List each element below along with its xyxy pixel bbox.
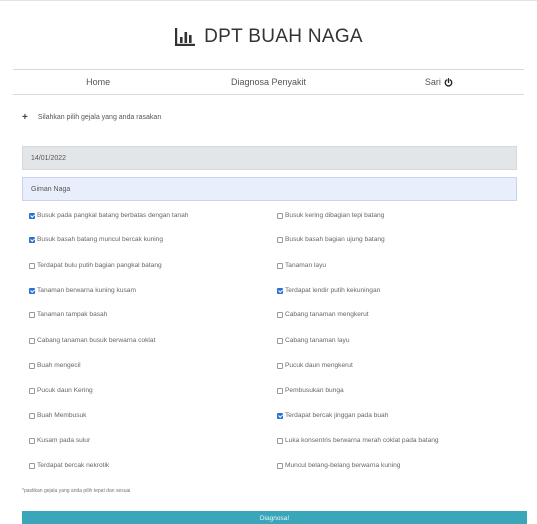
symptom-option[interactable]: Buah Membusuk bbox=[29, 412, 86, 419]
symptom-option[interactable]: Muncul belang-belang berwarna kuning bbox=[277, 462, 400, 469]
symptom-label: Kusam pada sulur bbox=[37, 437, 91, 444]
power-icon bbox=[444, 77, 453, 87]
nav-home[interactable]: Home bbox=[13, 77, 183, 87]
checkbox[interactable] bbox=[277, 287, 283, 294]
logo: DPT BUAH NAGA bbox=[174, 26, 363, 48]
symptom-label: Tanaman berwarna kuning kusam bbox=[37, 287, 136, 294]
date-field[interactable]: 14/01/2022 bbox=[22, 146, 517, 170]
symptom-label: Busuk kering dibagian tepi batang bbox=[285, 212, 385, 219]
checkbox[interactable] bbox=[277, 262, 283, 269]
checkbox[interactable] bbox=[277, 311, 283, 318]
nav-user-label: Sari bbox=[424, 77, 441, 87]
symptom-label: Busuk pada pangkal batang berbatas denga… bbox=[37, 212, 189, 219]
name-field[interactable]: Giman Naga bbox=[22, 177, 517, 201]
symptom-option[interactable]: Cabang tanaman layu bbox=[277, 337, 350, 344]
symptom-row: Kusam pada sulur Luka konsentris berwarn… bbox=[22, 437, 517, 449]
checkbox[interactable] bbox=[29, 337, 35, 344]
checkbox[interactable] bbox=[29, 212, 35, 219]
symptom-label: Luka konsentris berwarna merah coklat pa… bbox=[285, 437, 439, 444]
symptom-row: Busuk basah batang muncul bercak kuning … bbox=[22, 236, 517, 248]
symptom-option[interactable]: Terdapat bercak nekrotik bbox=[29, 462, 109, 469]
symptom-row: Tanaman berwarna kuning kusam Terdapat l… bbox=[22, 287, 517, 299]
checkbox[interactable] bbox=[277, 412, 283, 419]
symptom-option[interactable]: Buah mengecil bbox=[29, 362, 81, 369]
checkbox[interactable] bbox=[29, 462, 35, 469]
checkbox[interactable] bbox=[29, 362, 35, 369]
checkbox[interactable] bbox=[277, 362, 283, 369]
symptom-label: Cabang tanaman mengkerut bbox=[285, 311, 369, 318]
checkbox[interactable] bbox=[277, 437, 283, 444]
symptom-option[interactable]: Terdapat bulu putih bagian pangkal batan… bbox=[29, 262, 162, 269]
date-value: 14/01/2022 bbox=[31, 154, 67, 162]
checkbox[interactable] bbox=[29, 236, 35, 243]
symptom-label: Buah mengecil bbox=[37, 362, 81, 369]
app-header: DPT BUAH NAGA bbox=[0, 19, 537, 55]
checkbox[interactable] bbox=[277, 337, 283, 344]
instruction-text: Silahkan pilih gejala yang anda rasakan bbox=[37, 114, 162, 121]
checkbox[interactable] bbox=[29, 311, 35, 318]
symptom-option[interactable]: Pucuk daun mengkerut bbox=[277, 362, 353, 369]
symptom-option[interactable]: Terdapat bercak jinggan pada buah bbox=[277, 412, 388, 419]
checkbox[interactable] bbox=[29, 287, 35, 294]
symptom-option[interactable]: Kusam pada sulur bbox=[29, 437, 90, 444]
symptom-label: Pembusukan bunga bbox=[285, 387, 344, 394]
symptom-label: Buah Membusuk bbox=[37, 412, 87, 419]
symptom-option[interactable]: Busuk basah bagian ujung batang bbox=[277, 236, 385, 243]
diagnosa-button[interactable]: Diagnosa! bbox=[22, 511, 527, 524]
symptom-option[interactable]: Tanaman layu bbox=[277, 262, 326, 269]
checkbox[interactable] bbox=[29, 262, 35, 269]
symptom-label: Tanaman layu bbox=[285, 262, 327, 269]
symptom-option[interactable]: Busuk pada pangkal batang berbatas denga… bbox=[29, 212, 188, 219]
symptom-row: Cabang tanaman busuk berwarna coklat Cab… bbox=[22, 337, 517, 349]
symptom-label: Busuk basah batang muncul bercak kuning bbox=[37, 236, 164, 243]
nav-diagnosa-label: Diagnosa Penyakit bbox=[230, 77, 307, 87]
app-title: DPT BUAH NAGA bbox=[204, 26, 363, 47]
symptom-label: Terdapat bulu putih bagian pangkal batan… bbox=[37, 262, 162, 269]
nav-user-logout[interactable]: Sari bbox=[354, 77, 524, 87]
symptom-option[interactable]: Tanaman berwarna kuning kusam bbox=[29, 287, 136, 294]
checkbox[interactable] bbox=[29, 387, 35, 394]
plus-icon: + bbox=[22, 112, 28, 123]
symptom-row: Pucuk daun Kering Pembusukan bunga bbox=[22, 387, 517, 399]
symptom-label: Cabang tanaman busuk berwarna coklat bbox=[37, 337, 156, 344]
nav-diagnosa-penyakit[interactable]: Diagnosa Penyakit bbox=[183, 77, 353, 87]
symptom-row: Buah Membusuk Terdapat bercak jinggan pa… bbox=[22, 412, 517, 424]
symptom-row: Terdapat bulu putih bagian pangkal batan… bbox=[22, 262, 517, 274]
symptom-option[interactable]: Busuk basah batang muncul bercak kuning bbox=[29, 236, 163, 243]
symptom-row: Busuk pada pangkal batang berbatas denga… bbox=[22, 212, 517, 224]
checkbox[interactable] bbox=[277, 387, 283, 394]
symptom-label: Pucuk daun Kering bbox=[37, 387, 93, 394]
checkbox[interactable] bbox=[29, 412, 35, 419]
symptom-row: Terdapat bercak nekrotik Muncul belang-b… bbox=[22, 462, 517, 474]
name-value: Giman Naga bbox=[31, 185, 71, 193]
symptom-option[interactable]: Tanaman tampak basah bbox=[29, 311, 107, 318]
symptom-option[interactable]: Busuk kering dibagian tepi batang bbox=[277, 212, 384, 219]
symptom-label: Cabang tanaman layu bbox=[285, 337, 350, 344]
symptom-label: Busuk basah bagian ujung batang bbox=[285, 236, 385, 243]
checkbox[interactable] bbox=[277, 212, 283, 219]
symptom-option[interactable]: Cabang tanaman mengkerut bbox=[277, 311, 369, 318]
symptom-label: Terdapat lendir putih kekuningan bbox=[285, 287, 381, 294]
symptom-option[interactable]: Luka konsentris berwarna merah coklat pa… bbox=[277, 437, 439, 444]
checkbox[interactable] bbox=[277, 236, 283, 243]
symptom-label: Pucuk daun mengkerut bbox=[285, 362, 353, 369]
checkbox[interactable] bbox=[277, 462, 283, 469]
nav-home-label: Home bbox=[86, 77, 111, 87]
symptom-label: Muncul belang-belang berwarna kuning bbox=[285, 462, 401, 469]
symptom-row: Buah mengecil Pucuk daun mengkerut bbox=[22, 362, 517, 374]
symptom-option[interactable]: Pembusukan bunga bbox=[277, 387, 344, 394]
nav-bar: Home Diagnosa Penyakit Sari bbox=[13, 69, 524, 95]
page-frame: DPT BUAH NAGA Home Diagnosa Penyakit Sar… bbox=[0, 0, 537, 524]
bar-chart-icon bbox=[175, 28, 196, 46]
symptom-label: Tanaman tampak basah bbox=[37, 311, 108, 318]
symptom-option[interactable]: Pucuk daun Kering bbox=[29, 387, 93, 394]
symptom-option[interactable]: Terdapat lendir putih kekuningan bbox=[277, 287, 380, 294]
symptom-label: Terdapat bercak nekrotik bbox=[37, 462, 110, 469]
selection-note: *pastikan gejala yang anda pilih tepat d… bbox=[22, 488, 131, 494]
symptom-option[interactable]: Cabang tanaman busuk berwarna coklat bbox=[29, 337, 155, 344]
instruction: + Silahkan pilih gejala yang anda rasaka… bbox=[22, 112, 161, 123]
checkbox[interactable] bbox=[29, 437, 35, 444]
symptom-label: Terdapat bercak jinggan pada buah bbox=[285, 412, 389, 419]
symptom-row: Tanaman tampak basah Cabang tanaman meng… bbox=[22, 311, 517, 323]
